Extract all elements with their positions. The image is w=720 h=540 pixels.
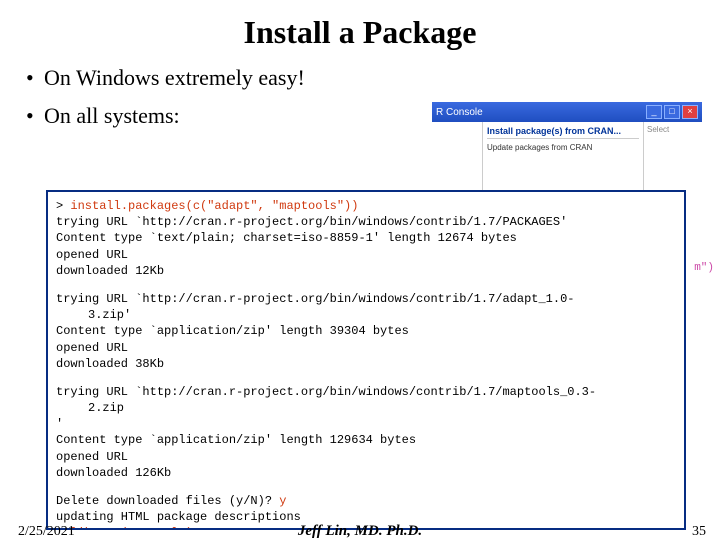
console-line: opened URL	[56, 341, 128, 355]
console-line: trying URL `http://cran.r-project.org/bi…	[56, 215, 567, 229]
minimize-icon: _	[646, 105, 662, 119]
background-fragment: m")	[694, 262, 714, 274]
console-line: 3.zip'	[56, 308, 131, 322]
console-answer: y	[279, 494, 286, 508]
console-line: '	[56, 417, 63, 431]
console-line: Content type `text/plain; charset=iso-88…	[56, 231, 517, 245]
footer-author: Jeff Lin, MD. Ph.D.	[0, 523, 720, 540]
footer-page-number: 35	[692, 524, 706, 540]
window-titlebar: R Console _ □ ×	[432, 102, 702, 122]
console-block: > install.packages(c("adapt", "maptools"…	[56, 198, 676, 279]
console-command: install.packages(c("adapt", "maptools"))	[70, 199, 358, 213]
console-line: Content type `application/zip' length 12…	[56, 433, 416, 447]
menu-item: Update packages from CRAN	[487, 143, 639, 152]
console-line: downloaded 126Kb	[56, 466, 171, 480]
console-line: trying URL `http://cran.r-project.org/bi…	[56, 385, 596, 399]
console-line: downloaded 38Kb	[56, 357, 164, 371]
maximize-icon: □	[664, 105, 680, 119]
console-line: Content type `application/zip' length 39…	[56, 324, 409, 338]
bullet-item: On Windows extremely easy!	[26, 65, 720, 91]
console-line: opened URL	[56, 450, 128, 464]
r-console-output: > install.packages(c("adapt", "maptools"…	[46, 190, 686, 530]
console-line: downloaded 12Kb	[56, 264, 164, 278]
console-line: opened URL	[56, 248, 128, 262]
menu-item: Install package(s) from CRAN...	[487, 126, 639, 139]
console-block: trying URL `http://cran.r-project.org/bi…	[56, 384, 676, 481]
console-line: 2.zip	[56, 401, 124, 415]
console-line: trying URL `http://cran.r-project.org/bi…	[56, 292, 574, 306]
slide-title: Install a Package	[0, 14, 720, 51]
slide: Install a Package On Windows extremely e…	[0, 14, 720, 540]
close-icon: ×	[682, 105, 698, 119]
console-block: trying URL `http://cran.r-project.org/bi…	[56, 291, 676, 372]
console-line: Delete downloaded files (y/N)?	[56, 494, 279, 508]
window-controls: _ □ ×	[646, 105, 698, 119]
console-prompt: >	[56, 199, 70, 213]
window-title: R Console	[436, 107, 483, 118]
